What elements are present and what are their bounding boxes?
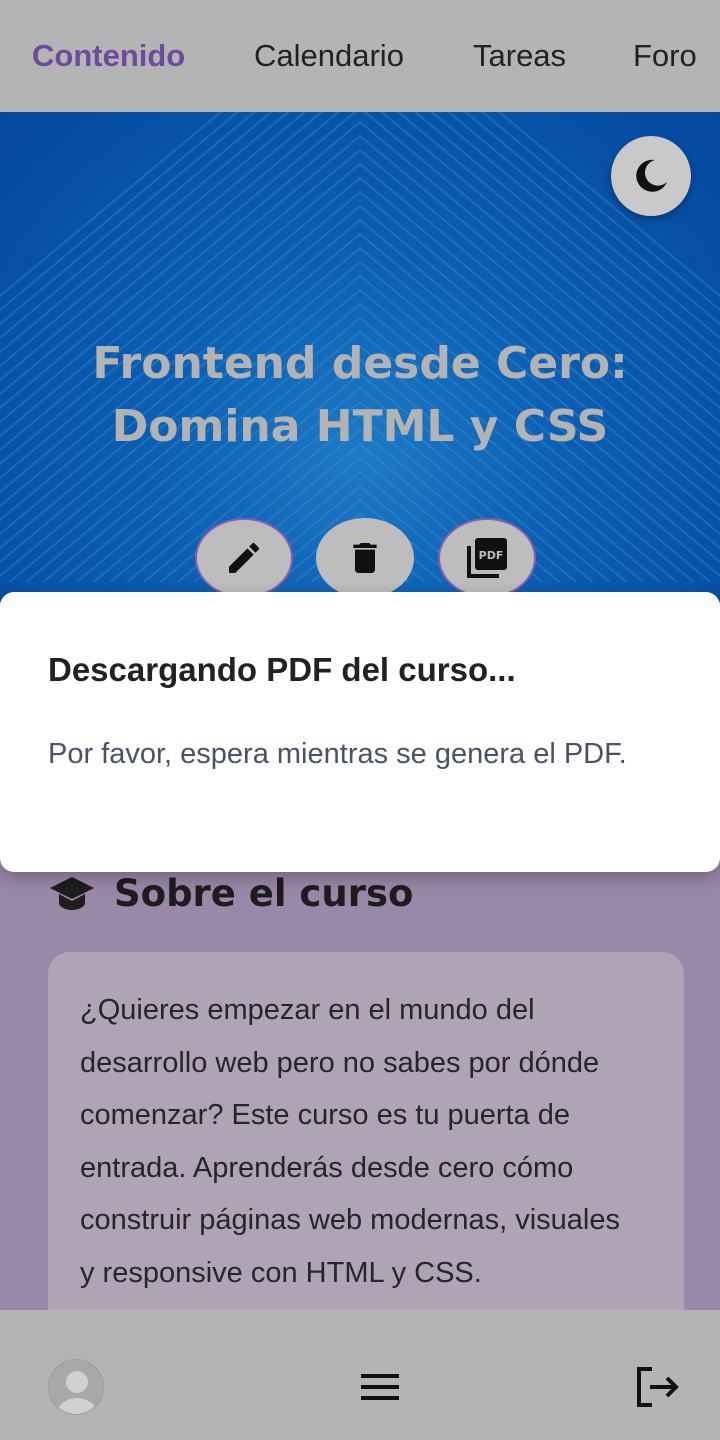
course-description: ¿Quieres empezar en el mundo del desarro…: [80, 994, 620, 1289]
about-section-header: Sobre el curso: [48, 868, 413, 918]
logout-icon[interactable]: [636, 1366, 680, 1408]
download-pdf-button[interactable]: PDF: [438, 518, 536, 598]
graduation-cap-icon: [50, 877, 94, 910]
bottom-bar: [0, 1310, 720, 1440]
user-avatar-icon: [57, 1371, 97, 1414]
svg-text:PDF: PDF: [479, 549, 504, 562]
dialog-message: Por favor, espera mientras se genera el …: [48, 738, 627, 770]
tab-tareas[interactable]: Tareas: [473, 38, 566, 74]
edit-course-button[interactable]: [195, 518, 293, 598]
tab-calendario[interactable]: Calendario: [254, 38, 404, 74]
course-title: Frontend desde Cero: Domina HTML y CSS: [40, 332, 680, 458]
delete-course-button[interactable]: [316, 518, 414, 598]
pdf-icon: PDF: [467, 538, 507, 578]
dialog-title: Descargando PDF del curso...: [48, 651, 516, 688]
tab-foro[interactable]: Foro: [633, 38, 697, 74]
about-section-title: Sobre el curso: [114, 871, 414, 915]
user-avatar-button[interactable]: [48, 1359, 104, 1415]
trash-icon: [353, 543, 377, 573]
course-title-line1: Frontend desde Cero:: [92, 338, 628, 389]
tab-contenido[interactable]: Contenido: [32, 38, 185, 74]
theme-toggle-button[interactable]: [611, 136, 691, 216]
course-hero: Frontend desde Cero: Domina HTML y CSS P…: [0, 112, 720, 602]
top-navigation: Contenido Calendario Tareas Foro: [0, 0, 720, 112]
course-title-line2: Domina HTML y CSS: [111, 401, 609, 452]
pencil-icon: [229, 542, 260, 573]
moon-icon: [636, 159, 667, 192]
menu-icon[interactable]: [361, 1373, 401, 1401]
